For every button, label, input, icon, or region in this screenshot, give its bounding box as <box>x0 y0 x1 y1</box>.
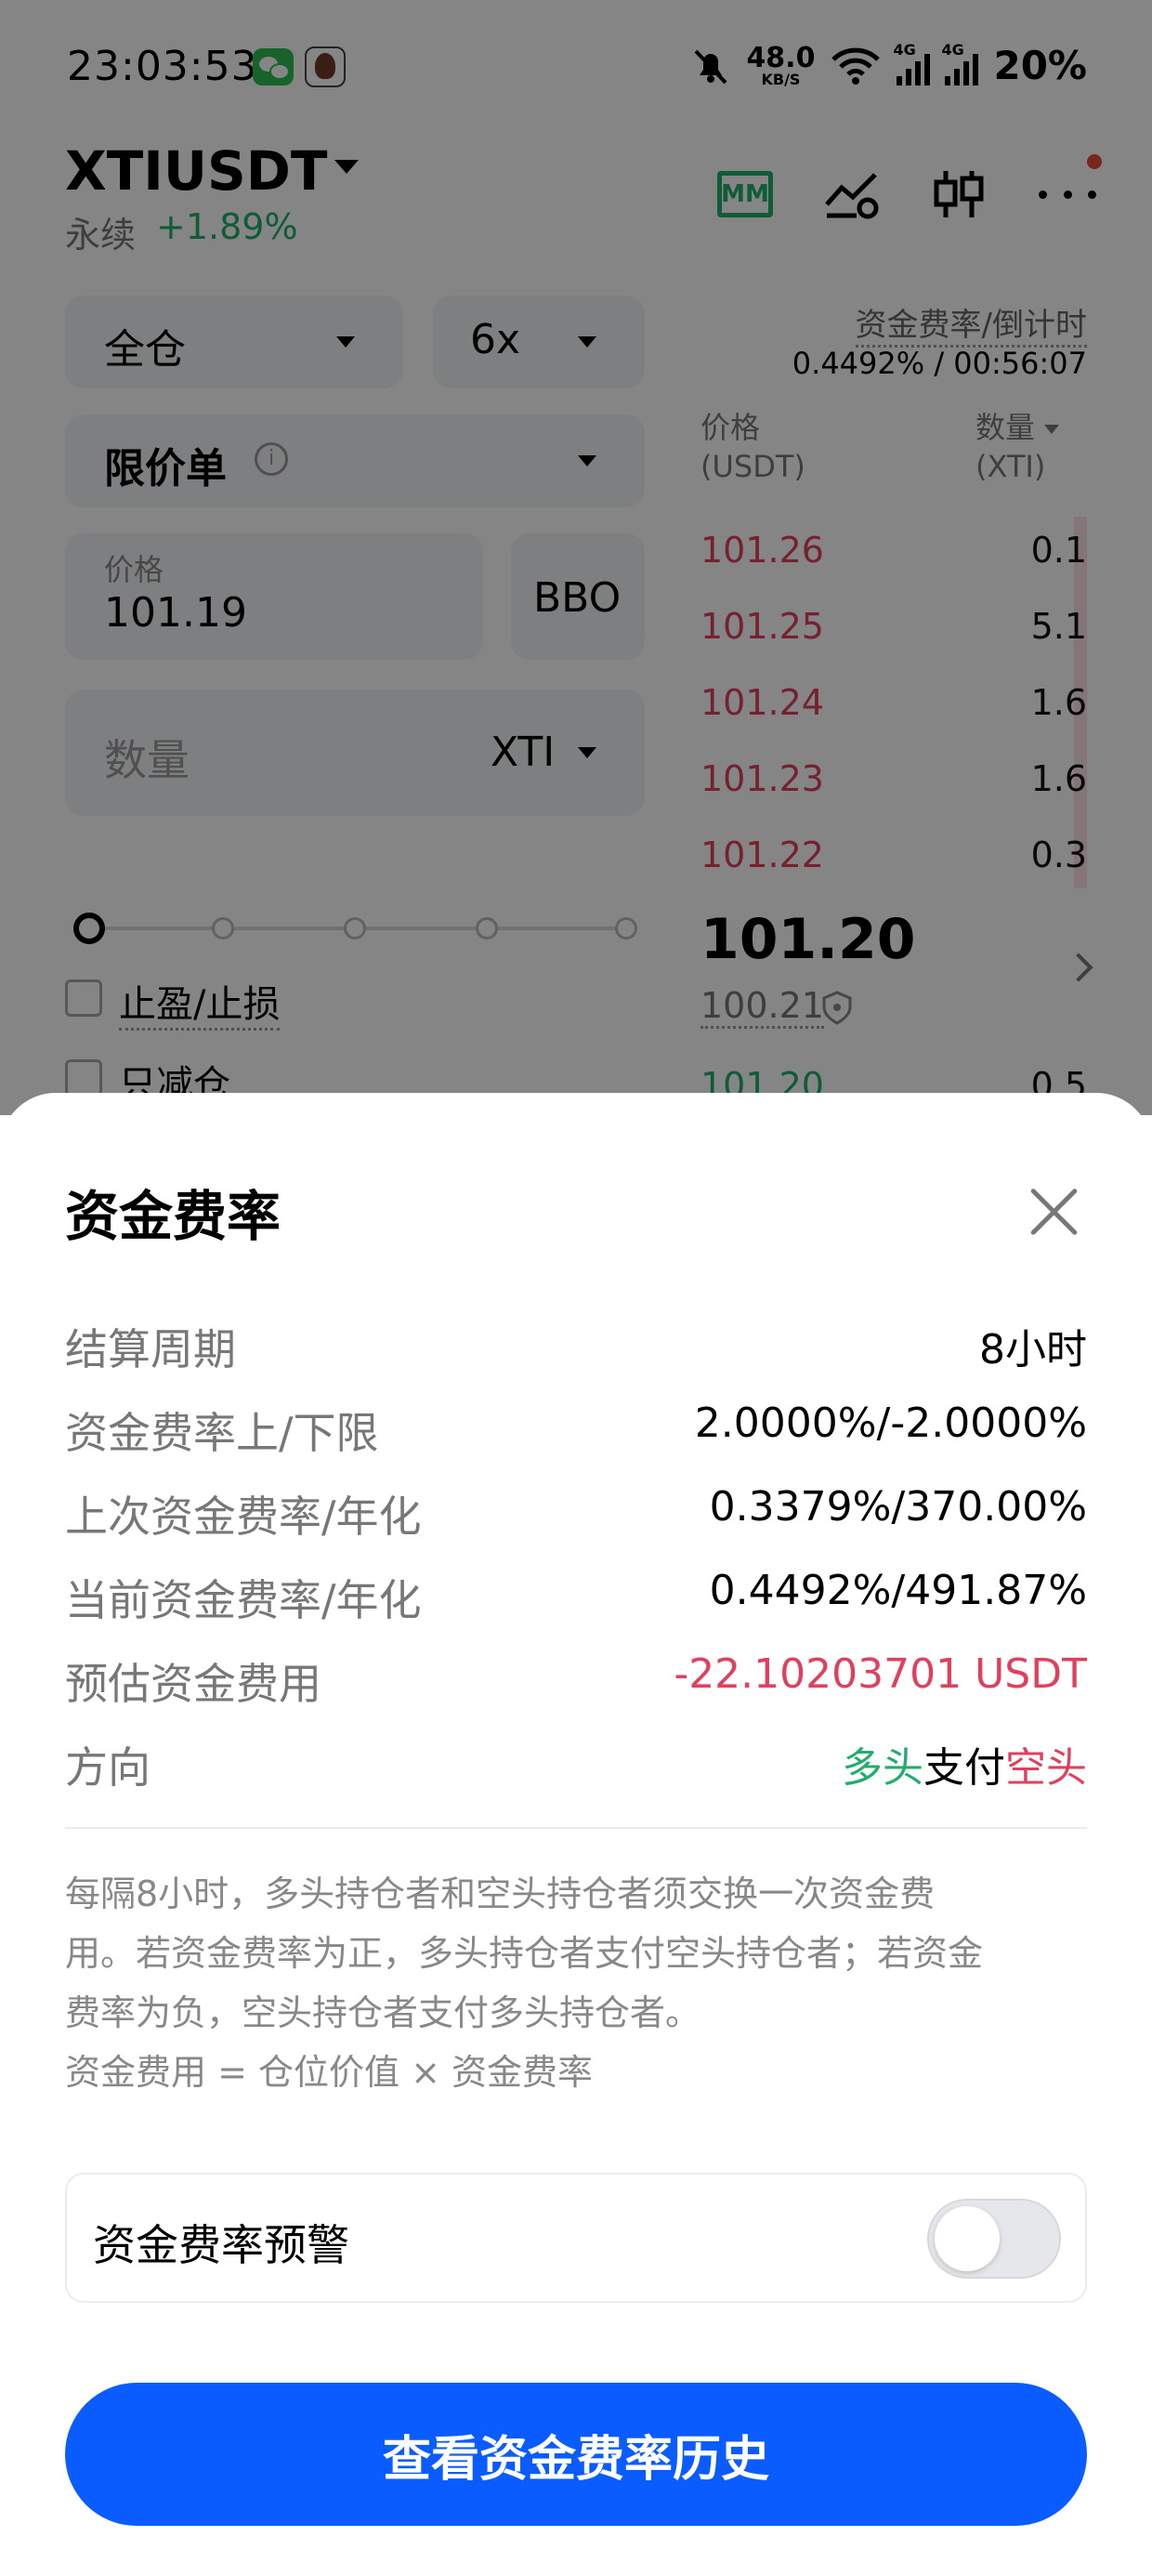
info-row-label: 方向 <box>65 1742 151 1793</box>
info-row-value: -22.10203701 USDT <box>674 1650 1087 1698</box>
info-row-label: 预估资金费用 <box>65 1659 321 1709</box>
funding-alert-label: 资金费率预警 <box>93 2220 349 2270</box>
funding-alert-toggle[interactable] <box>927 2199 1061 2279</box>
direction-pay: 支付 <box>923 1744 1005 1792</box>
info-row-current-rate: 当前资金费率/年化 0.4492%/491.87% <box>65 1567 1087 1632</box>
direction-long: 多头 <box>842 1744 923 1792</box>
info-row-value: 0.4492%/491.87% <box>709 1567 1087 1614</box>
explanation-line: 用。若资金费率为正，多头持仓者支付空头持仓者；若资金 <box>65 1933 984 1974</box>
funding-formula: 资金费用 = 仓位价值 × 资金费率 <box>65 2052 593 2093</box>
funding-explanation: 每隔8小时，多头持仓者和空头持仓者须交换一次资金费 用。若资金费率为正，多头持仓… <box>65 1864 1096 2102</box>
funding-alert-setting: 资金费率预警 <box>65 2173 1087 2303</box>
info-row-rate-limit: 资金费率上/下限 2.0000%/-2.0000% <box>65 1400 1087 1465</box>
funding-rate-sheet: 资金费率 结算周期 8小时 资金费率上/下限 2.0000%/-2.0000% … <box>0 1093 1152 2576</box>
divider <box>65 1827 1087 1829</box>
info-row-value: 8小时 <box>979 1326 1087 1373</box>
direction-short: 空头 <box>1005 1744 1087 1792</box>
info-row-label: 资金费率上/下限 <box>65 1408 379 1458</box>
info-row-estimated-fee: 预估资金费用 -22.10203701 USDT <box>65 1650 1087 1715</box>
info-row-label: 当前资金费率/年化 <box>65 1575 422 1625</box>
sheet-title: 资金费率 <box>65 1185 281 1248</box>
info-row-label: 结算周期 <box>65 1324 236 1374</box>
toggle-knob <box>935 2206 1000 2271</box>
close-icon[interactable] <box>1028 1186 1080 1238</box>
view-history-button[interactable]: 查看资金费率历史 <box>65 2383 1087 2526</box>
info-row-value: 2.0000%/-2.0000% <box>694 1400 1087 1447</box>
explanation-line: 费率为负，空头持仓者支付多头持仓者。 <box>65 1992 701 2033</box>
explanation-line: 每隔8小时，多头持仓者和空头持仓者须交换一次资金费 <box>65 1873 936 1914</box>
info-row-last-rate: 上次资金费率/年化 0.3379%/370.00% <box>65 1483 1087 1548</box>
info-row-value: 0.3379%/370.00% <box>709 1483 1087 1531</box>
info-row-label: 上次资金费率/年化 <box>65 1492 422 1542</box>
direction-value: 多头支付空头 <box>842 1734 1087 1794</box>
modal-overlay[interactable] <box>0 0 1152 1115</box>
info-row-settlement: 结算周期 8小时 <box>65 1316 1087 1381</box>
info-row-direction: 方向 多头支付空头 <box>65 1734 1087 1799</box>
